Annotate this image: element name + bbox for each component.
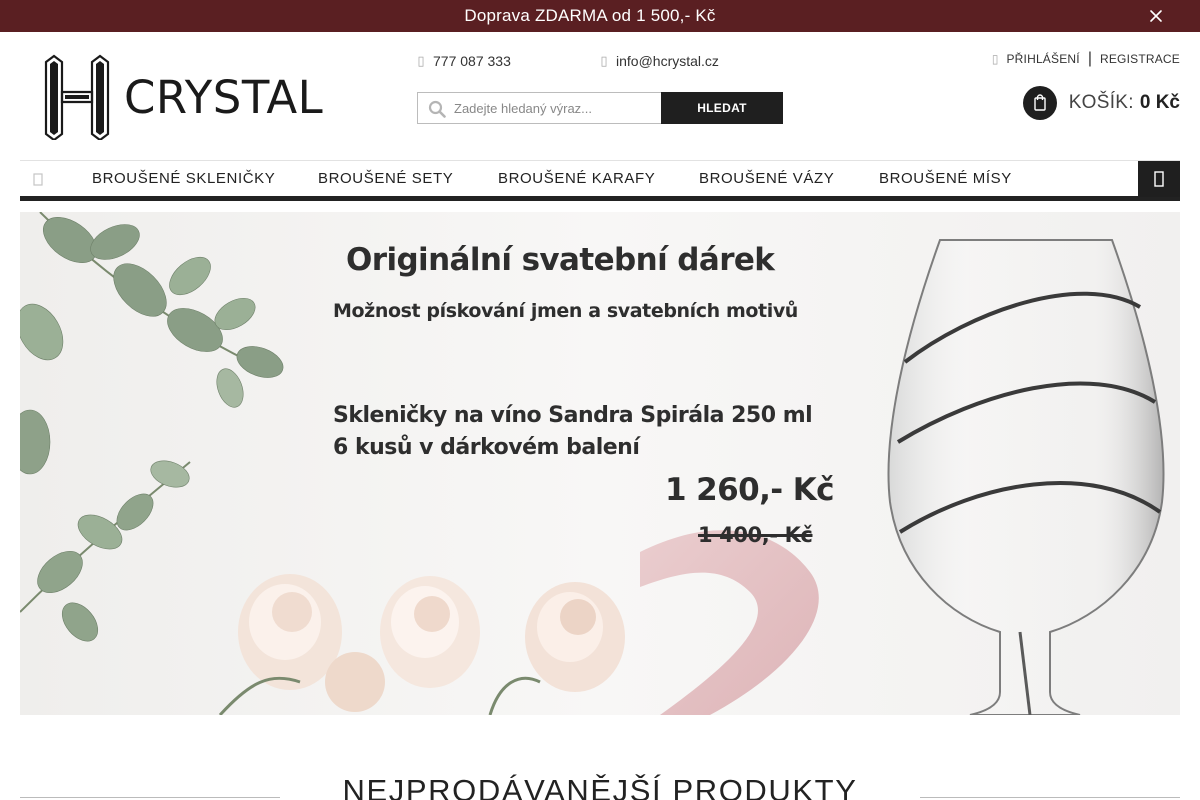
- banner-title: Originální svatební dárek: [346, 242, 775, 278]
- login-link[interactable]: PŘIHLÁŠENÍ: [1006, 52, 1079, 66]
- section-divider-left: [20, 797, 280, 798]
- email-address[interactable]: info@hcrystal.cz: [616, 53, 719, 69]
- banner-subtitle: Možnost pískování jmen a svatebních moti…: [333, 300, 798, 322]
- banner-old-price: 1 400,- Kč: [698, 523, 813, 547]
- section-title: NEJPRODÁVANĚJŠÍ PRODUKTY: [342, 773, 858, 800]
- register-link[interactable]: REGISTRACE: [1100, 52, 1180, 66]
- logo-text: CRYSTAL: [124, 71, 324, 124]
- logo-mark-icon: [44, 54, 110, 140]
- nav-item-broušené-mísy[interactable]: BROUŠENÉ MÍSY: [879, 161, 1012, 197]
- banner-product-detail: 6 kusů v dárkovém balení: [333, 435, 640, 460]
- hero-banner[interactable]: Originální svatební dárek Možnost pískov…: [20, 212, 1180, 715]
- home-icon[interactable]: [20, 161, 56, 197]
- nav-item-broušené-skleničky[interactable]: BROUŠENÉ SKLENIČKY: [92, 161, 275, 197]
- search-form: HLEDAT: [417, 92, 783, 124]
- search-button[interactable]: HLEDAT: [661, 92, 783, 124]
- nav-item-broušené-sety[interactable]: BROUŠENÉ SETY: [318, 161, 453, 197]
- search-input[interactable]: [454, 93, 654, 123]
- cart-total: 0 Kč: [1139, 92, 1180, 113]
- nav-item-broušené-vázy[interactable]: BROUŠENÉ VÁZY: [699, 161, 834, 197]
- nav-item-broušené-karafy[interactable]: BROUŠENÉ KARAFY: [498, 161, 655, 197]
- search-icon: [428, 100, 446, 118]
- close-icon[interactable]: [1148, 8, 1164, 24]
- banner-product-name: Skleničky na víno Sandra Spirála 250 ml: [333, 403, 813, 428]
- section-divider-right: [920, 797, 1180, 798]
- banner-price: 1 260,- Kč: [665, 472, 835, 508]
- account-links: ▯ PŘIHLÁŠENÍ | REGISTRACE: [992, 50, 1180, 68]
- phone-icon: ▯: [417, 53, 425, 68]
- banner-text: Originální svatební dárek Možnost pískov…: [20, 212, 1180, 715]
- promo-bar: Doprava ZDARMA od 1 500,- Kč: [0, 0, 1200, 32]
- user-icon: ▯: [991, 52, 999, 66]
- mail-icon: ▯: [600, 53, 608, 68]
- phone-contact[interactable]: ▯ 777 087 333: [417, 52, 511, 70]
- promo-text: Doprava ZDARMA od 1 500,- Kč: [464, 6, 716, 25]
- site-logo[interactable]: CRYSTAL: [44, 54, 323, 144]
- account-separator: |: [1087, 50, 1092, 67]
- menu-icon[interactable]: [1138, 161, 1180, 197]
- cart-label: KOŠÍK:: [1068, 92, 1134, 113]
- email-contact[interactable]: ▯ info@hcrystal.cz: [600, 52, 719, 70]
- main-nav: BROUŠENÉ SKLENIČKY BROUŠENÉ SETY BROUŠEN…: [20, 160, 1180, 201]
- phone-number[interactable]: 777 087 333: [433, 53, 511, 69]
- cart-icon: [1022, 86, 1057, 120]
- cart-button[interactable]: KOŠÍK: 0 Kč: [1022, 86, 1180, 120]
- search-box: [417, 92, 661, 124]
